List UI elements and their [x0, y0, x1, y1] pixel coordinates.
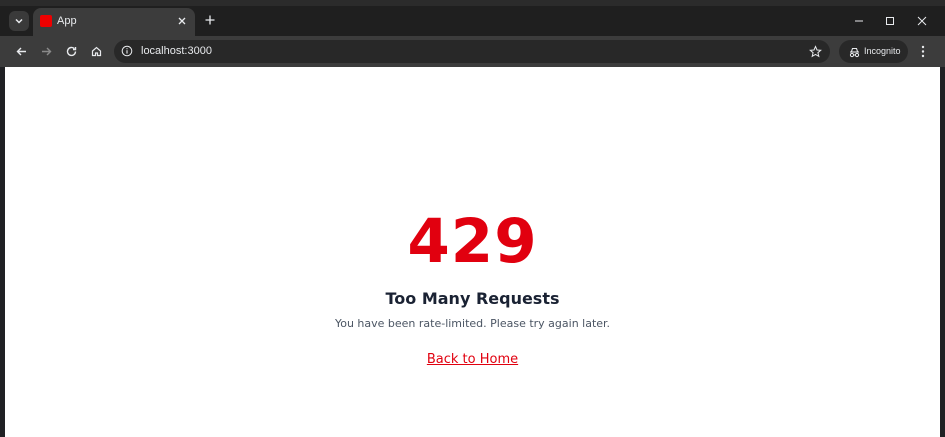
incognito-indicator[interactable]: Incognito — [839, 40, 908, 63]
browser-window: App localhost:3000 Incognito 429 Too Man… — [0, 0, 945, 437]
reload-icon — [66, 46, 76, 56]
arrow-right-icon — [41, 47, 51, 55]
chevron-down-icon — [15, 18, 23, 24]
kebab-menu-icon — [921, 45, 925, 57]
tab-strip: App — [0, 0, 945, 36]
arrow-left-icon — [16, 47, 26, 55]
back-to-home-link[interactable]: Back to Home — [427, 352, 518, 367]
error-title: Too Many Requests — [385, 289, 560, 308]
back-button[interactable] — [12, 42, 30, 60]
minimize-button[interactable] — [849, 11, 869, 31]
maximize-icon — [886, 17, 894, 25]
forward-button[interactable] — [37, 42, 55, 60]
url-text: localhost:3000 — [141, 45, 212, 57]
error-code: 429 — [407, 206, 538, 277]
site-info-button[interactable] — [120, 44, 134, 58]
incognito-icon — [849, 47, 859, 57]
new-tab-button[interactable] — [202, 12, 218, 28]
close-window-button[interactable] — [912, 11, 932, 31]
tab-search-button[interactable] — [9, 11, 29, 31]
tab-close-button[interactable] — [175, 14, 189, 28]
address-bar[interactable]: localhost:3000 — [114, 40, 830, 63]
tab-title: App — [57, 15, 77, 27]
tab-app[interactable]: App — [33, 8, 195, 36]
incognito-label: Incognito — [864, 46, 901, 56]
page-viewport: 429 Too Many Requests You have been rate… — [5, 67, 940, 437]
error-message: You have been rate-limited. Please try a… — [334, 317, 611, 330]
plus-icon — [205, 15, 215, 25]
error-container: 429 Too Many Requests You have been rate… — [5, 67, 940, 437]
bookmark-button[interactable] — [808, 44, 822, 58]
close-icon — [178, 17, 186, 25]
browser-menu-button[interactable] — [916, 42, 930, 60]
browser-toolbar: localhost:3000 Incognito — [0, 36, 945, 67]
minimize-icon — [855, 20, 863, 22]
home-icon — [91, 46, 101, 56]
info-icon — [121, 45, 133, 57]
home-button[interactable] — [87, 42, 105, 60]
home-link-wrap: Back to Home — [5, 350, 940, 368]
close-icon — [917, 16, 927, 26]
reload-button[interactable] — [62, 42, 80, 60]
favicon-icon — [40, 15, 52, 27]
star-icon — [808, 44, 822, 57]
incognito-icon-wrap — [847, 45, 861, 59]
maximize-button[interactable] — [880, 11, 900, 31]
